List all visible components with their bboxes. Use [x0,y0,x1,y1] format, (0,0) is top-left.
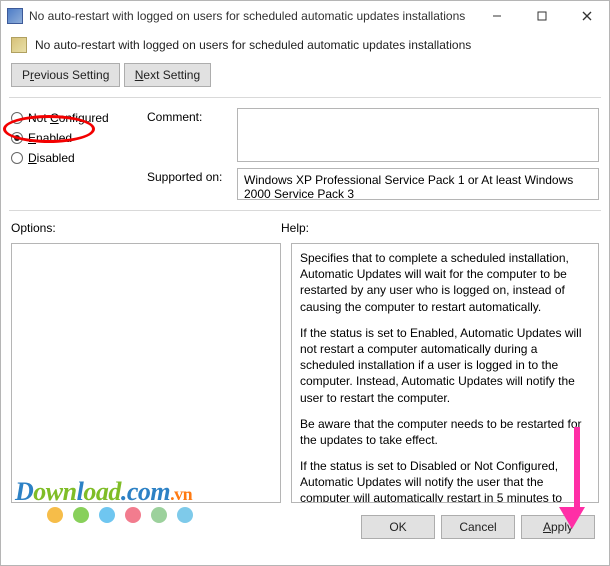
help-pane[interactable]: Specifies that to complete a scheduled i… [291,243,599,503]
watermark-logo: Download.com.vn [15,477,192,507]
options-pane [11,243,281,503]
comment-column: Comment: Supported on: Windows XP Profes… [147,108,599,206]
window-controls [474,1,609,31]
config-row: Not Configured Enabled Disabled Comment:… [1,98,609,210]
next-setting-button[interactable]: Next Setting [124,63,211,87]
help-label: Help: [281,221,309,235]
radio-label: Disabled [28,151,75,165]
window-title: No auto-restart with logged on users for… [29,9,474,23]
radio-label: Enabled [28,131,72,145]
radio-not-configured[interactable]: Not Configured [11,108,131,128]
options-label: Options: [11,221,281,235]
radio-disabled[interactable]: Disabled [11,148,131,168]
previous-setting-button[interactable]: Previous Setting [11,63,120,87]
mid-labels: Options: Help: [1,211,609,239]
nav-buttons: Previous Setting Next Setting [1,57,609,97]
help-paragraph: If the status is set to Disabled or Not … [300,458,590,503]
minimize-button[interactable] [474,1,519,31]
radio-label: Not Configured [28,111,109,125]
help-paragraph: If the status is set to Enabled, Automat… [300,325,590,406]
window-titlebar: No auto-restart with logged on users for… [1,1,609,31]
supported-on-text: Windows XP Professional Service Pack 1 o… [237,168,599,200]
supported-label: Supported on: [147,168,237,184]
radio-icon [11,112,23,124]
radio-enabled[interactable]: Enabled [11,128,131,148]
radio-icon [11,132,23,144]
apply-button[interactable]: Apply [521,515,595,539]
state-radio-group: Not Configured Enabled Disabled [11,108,131,206]
cancel-button[interactable]: Cancel [441,515,515,539]
dialog-header: No auto-restart with logged on users for… [1,31,609,57]
ok-button[interactable]: OK [361,515,435,539]
radio-icon [11,152,23,164]
app-icon [7,8,23,24]
comment-textarea[interactable] [237,108,599,162]
lower-panes: Specifies that to complete a scheduled i… [1,239,609,503]
watermark-dots [47,507,193,523]
comment-label: Comment: [147,108,237,124]
help-paragraph: Specifies that to complete a scheduled i… [300,250,590,315]
help-paragraph: Be aware that the computer needs to be r… [300,416,590,448]
policy-title: No auto-restart with logged on users for… [35,38,471,52]
maximize-button[interactable] [519,1,564,31]
policy-icon [11,37,27,53]
close-button[interactable] [564,1,609,31]
